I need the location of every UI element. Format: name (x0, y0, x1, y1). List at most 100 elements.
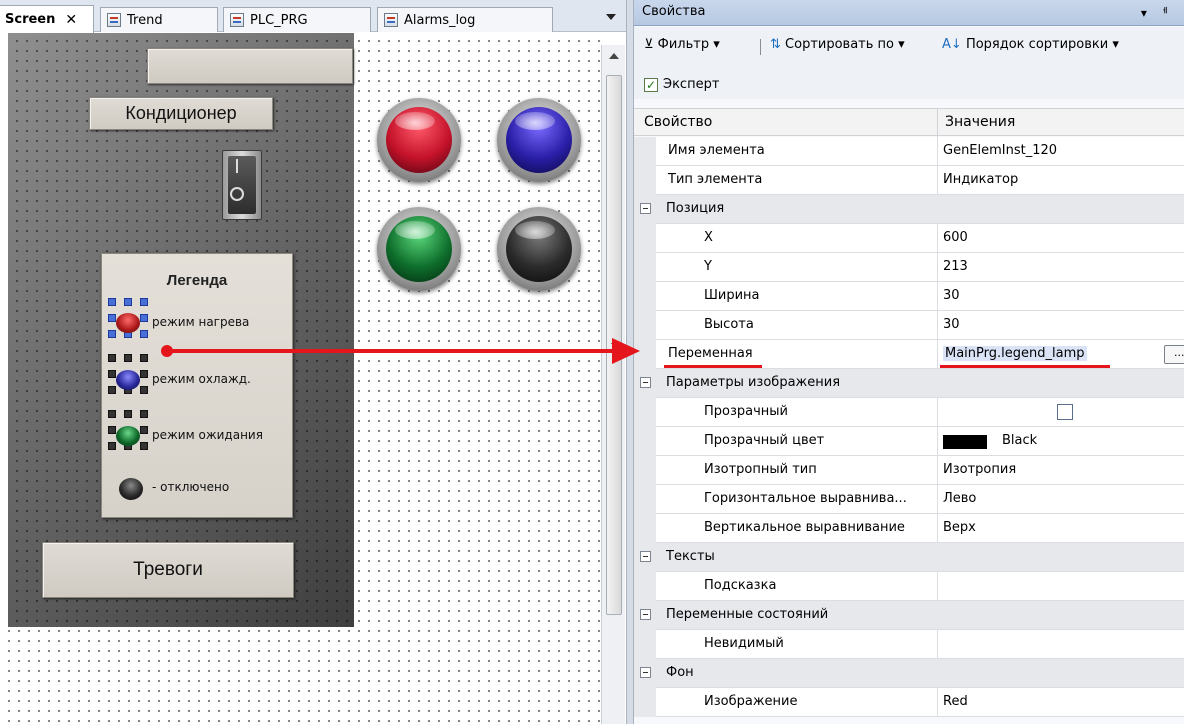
property-name: Ширина (704, 288, 760, 303)
panel-title: Свойства (642, 4, 706, 19)
black-lamp-icon[interactable] (497, 207, 581, 291)
property-value[interactable]: Изотропия (943, 462, 1016, 477)
property-name: X (704, 230, 713, 245)
property-row[interactable]: Y 213 (634, 253, 1184, 282)
property-name: Параметры изображения (666, 375, 841, 390)
tab-label: Trend (127, 12, 163, 28)
property-group-row[interactable]: Позиция (634, 195, 1184, 224)
property-value[interactable]: Black (1002, 433, 1037, 448)
property-name: Прозрачный цвет (704, 433, 825, 448)
property-value[interactable]: 213 (943, 259, 968, 274)
tab-list-dropdown-icon[interactable] (604, 11, 616, 23)
property-name: Переменные состояний (666, 607, 829, 622)
tab-plc-prg[interactable]: PLC_PRG (223, 7, 371, 32)
property-value[interactable]: Red (943, 694, 968, 709)
property-row[interactable]: Прозрачный цвет Black (634, 427, 1184, 456)
legend-label: режим ожидания (152, 428, 263, 442)
property-row[interactable]: Имя элемента GenElemInst_120 (634, 137, 1184, 166)
property-row[interactable]: X 600 (634, 224, 1184, 253)
property-name: Высота (704, 317, 754, 332)
legend-label: - отключено (152, 480, 230, 494)
conditioner-button[interactable]: Кондиционер (89, 97, 273, 130)
grid-header: Свойство Значения (634, 108, 1184, 137)
black-lamp-icon (119, 478, 143, 500)
property-name: Имя элемента (668, 143, 765, 158)
property-value[interactable]: 30 (943, 288, 960, 303)
property-row[interactable]: Невидимый (634, 630, 1184, 659)
blue-lamp-icon[interactable] (497, 98, 581, 182)
pin-icon[interactable]: ᅦ (1157, 6, 1178, 20)
legend-item-heating[interactable]: режим нагрева (102, 313, 292, 333)
property-name: Горизонтальное выравнива... (704, 491, 907, 506)
legend-item-off[interactable]: - отключено (102, 478, 292, 500)
top-button[interactable] (147, 48, 353, 84)
legend-item-standby[interactable]: режим ожидания (102, 426, 292, 446)
blue-lamp-icon (116, 370, 140, 390)
property-name: Изображение (704, 694, 798, 709)
property-value[interactable]: GenElemInst_120 (943, 143, 1057, 158)
annotation-underline (940, 365, 1110, 368)
red-lamp-icon (116, 313, 140, 333)
property-row[interactable]: Вертикальное выравнивание Верх (634, 514, 1184, 543)
expert-checkbox[interactable]: ✓ (644, 78, 658, 92)
property-group-row[interactable]: Тексты (634, 543, 1184, 572)
app-window: Screen ✕ Trend PLC_PRG Alarms_log Кондиц… (0, 0, 1184, 724)
legend-item-cooling[interactable]: режим охлажд. (102, 370, 292, 390)
chevron-down-icon: ▾ (898, 37, 905, 52)
properties-panel: Свойства ▾ᅦ ⊻ Фильтр ▾ ⇅ Сортировать по … (634, 0, 1184, 724)
collapse-icon[interactable] (640, 377, 651, 388)
red-lamp-icon[interactable] (377, 98, 461, 182)
tab-label: PLC_PRG (250, 12, 308, 28)
column-header-values: Значения (945, 114, 1016, 130)
alarms-button-label: Тревоги (133, 559, 203, 580)
sort-by-button[interactable]: ⇅ Сортировать по ▾ (770, 37, 905, 52)
property-row[interactable]: Ширина 30 (634, 282, 1184, 311)
color-swatch (943, 435, 987, 449)
scroll-up-icon[interactable] (609, 53, 619, 59)
property-row[interactable]: Горизонтальное выравнива... Лево (634, 485, 1184, 514)
tab-screen[interactable]: Screen ✕ (0, 5, 94, 33)
transparent-checkbox[interactable] (1057, 404, 1073, 420)
collapse-icon[interactable] (640, 667, 651, 678)
property-name: Прозрачный (704, 404, 789, 419)
filter-icon: ⊻ (644, 37, 654, 52)
tab-trend[interactable]: Trend (100, 7, 218, 32)
sort-order-label: Порядок сортировки (965, 37, 1109, 52)
property-row[interactable]: Изотропный тип Изотропия (634, 456, 1184, 485)
browse-variable-button[interactable]: ... (1164, 345, 1184, 364)
property-value[interactable]: 30 (943, 317, 960, 332)
sort-order-button[interactable]: A↓ Порядок сортировки ▾ (942, 37, 1119, 52)
visualization-icon (384, 13, 398, 27)
filter-button[interactable]: ⊻ Фильтр ▾ (644, 37, 720, 52)
green-lamp-icon[interactable] (377, 207, 461, 291)
vertical-scrollbar[interactable] (601, 45, 625, 724)
property-value[interactable]: MainPrg.legend_lamp (943, 346, 1087, 361)
annotation-arrow (166, 349, 614, 353)
legend-panel[interactable]: Легенда режим нагрева режим охлажд. режи (101, 253, 293, 518)
alarms-button[interactable]: Тревоги (42, 542, 294, 598)
property-value[interactable]: Верх (943, 520, 976, 535)
property-value[interactable]: Индикатор (943, 172, 1018, 187)
panel-menu-icon[interactable]: ▾ (1141, 6, 1157, 20)
legend-title: Легенда (166, 272, 228, 289)
expert-label: Эксперт (663, 77, 720, 92)
collapse-icon[interactable] (640, 609, 651, 620)
property-row[interactable]: Изображение Red (634, 688, 1184, 717)
property-value[interactable]: Лево (943, 491, 976, 506)
property-row[interactable]: Высота 30 (634, 311, 1184, 340)
property-group-row[interactable]: Переменные состояний (634, 601, 1184, 630)
property-row[interactable]: Прозрачный (634, 398, 1184, 427)
property-value[interactable]: 600 (943, 230, 968, 245)
close-icon[interactable]: ✕ (65, 12, 77, 28)
sort-by-label: Сортировать по (785, 37, 895, 52)
power-switch[interactable] (222, 150, 262, 220)
property-group-row[interactable]: Фон (634, 659, 1184, 688)
tab-label: Alarms_log (404, 12, 476, 28)
program-icon (230, 13, 244, 27)
tab-alarms-log[interactable]: Alarms_log (377, 7, 553, 32)
collapse-icon[interactable] (640, 203, 651, 214)
property-row[interactable]: Тип элемента Индикатор (634, 166, 1184, 195)
property-group-row[interactable]: Параметры изображения (634, 369, 1184, 398)
property-row[interactable]: Подсказка (634, 572, 1184, 601)
collapse-icon[interactable] (640, 551, 651, 562)
